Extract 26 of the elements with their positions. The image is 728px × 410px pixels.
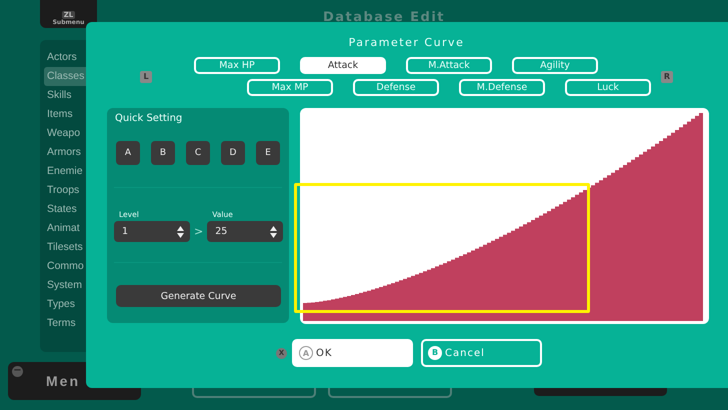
up-down-arrows-icon: [177, 226, 184, 238]
number-spinner[interactable]: 25: [207, 221, 284, 242]
parameter-tab[interactable]: Attack: [300, 57, 386, 74]
preset-button[interactable]: C: [186, 141, 210, 165]
parameter-tab[interactable]: Agility: [512, 57, 598, 74]
shoulder-key[interactable]: L: [140, 70, 152, 82]
preset-button[interactable]: E: [256, 141, 280, 165]
up-down-arrows-icon: [270, 226, 278, 238]
preset-button[interactable]: D: [221, 141, 245, 165]
dialog-button[interactable]: A OK: [292, 339, 413, 367]
parameter-tab[interactable]: Defense: [353, 79, 439, 96]
dialog-button[interactable]: B Cancel: [421, 339, 542, 367]
page-title: Database Edit: [322, 10, 446, 25]
panel-title: Quick Setting: [115, 113, 184, 124]
number-spinner[interactable]: 1: [114, 221, 190, 242]
dialog-title: Parameter Curve: [348, 36, 464, 49]
preset-button[interactable]: A: [116, 141, 140, 165]
generate-curve-button[interactable]: Generate Curve: [116, 285, 281, 307]
parameter-tab[interactable]: Max HP: [194, 57, 280, 74]
arrow-separator: >: [194, 225, 204, 238]
shoulder-key[interactable]: R: [661, 70, 673, 82]
parameter-tab[interactable]: M.Defense: [459, 79, 545, 96]
parameter-tab[interactable]: Luck: [565, 79, 651, 96]
parameter-tab[interactable]: Max MP: [247, 79, 333, 96]
preset-button[interactable]: B: [151, 141, 175, 165]
parameter-tab[interactable]: M.Attack: [406, 57, 492, 74]
